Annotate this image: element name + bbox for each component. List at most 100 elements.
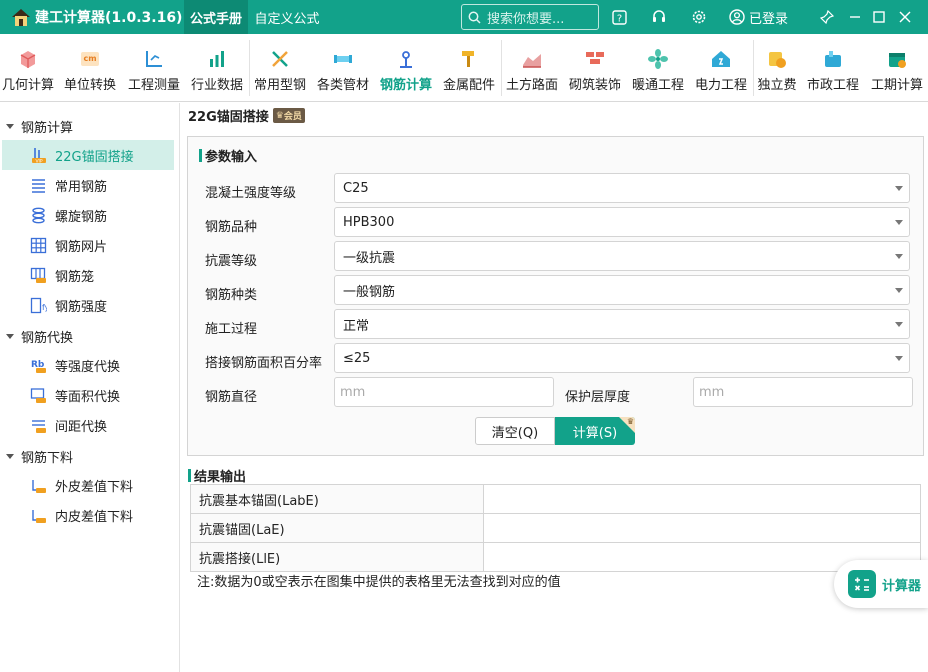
tool-label: 电力工程 — [694, 78, 747, 93]
clear-button[interactable]: 清空(Q) — [475, 417, 555, 445]
param-label: 搭接钢筋面积百分率 — [205, 356, 323, 371]
vip-badge-text: 会员 — [283, 112, 302, 122]
sidebar-item-inner-diff[interactable]: 内皮差值下料 — [2, 500, 174, 530]
tab-custom-formula[interactable]: 自定义公式 — [252, 0, 322, 34]
title-bar: 建工计算器(1.0.3.16) 公式手册 自定义公式 搜索你想要... ? 已登… — [0, 0, 928, 34]
select-value: 一级抗震 — [343, 250, 396, 266]
tool-independent-fee[interactable]: 独立费 — [754, 34, 800, 102]
minimize-icon[interactable] — [846, 0, 864, 34]
brick-icon — [586, 52, 604, 64]
tool-industry-data[interactable]: 行业数据 — [188, 34, 246, 102]
help-icon[interactable]: ? — [610, 0, 628, 34]
tab-formula-manual[interactable]: 公式手册 — [184, 0, 248, 34]
pipe-icon — [334, 55, 352, 63]
login-status[interactable]: 已登录 — [729, 0, 788, 34]
tool-municipal[interactable]: 市政工程 — [803, 34, 863, 102]
app-title: 建工计算器(1.0.3.16) — [10, 0, 182, 34]
table-row: 抗震基本锚固(LabE) — [190, 484, 921, 514]
area-vip-icon — [30, 387, 46, 403]
cover-thickness-input[interactable]: mm — [693, 377, 913, 407]
sidebar-item-label: 常用钢筋 — [55, 179, 108, 195]
sidebar-item-rebar-mesh[interactable]: 钢筋网片 — [2, 230, 174, 260]
tool-label: 独立费 — [757, 78, 797, 93]
select-value: HPB300 — [343, 214, 395, 230]
sidebar-item-label: 螺旋钢筋 — [55, 209, 108, 225]
tool-label: 砌筑装饰 — [568, 78, 621, 93]
headset-icon[interactable] — [650, 0, 668, 34]
param-label: 抗震等级 — [205, 254, 258, 269]
splice-area-ratio-select[interactable]: ≤25 — [334, 343, 910, 373]
sidebar-item-rebar-strength[interactable]: fy 钢筋强度 — [2, 290, 174, 320]
tool-survey[interactable]: 工程测量 — [124, 34, 184, 102]
sidebar-item-22g-anchorage[interactable]: VIP 22G锚固搭接 — [2, 140, 174, 170]
sidebar-item-spiral-rebar[interactable]: 螺旋钢筋 — [2, 200, 174, 230]
search-input[interactable]: 搜索你想要... — [461, 4, 599, 30]
param-label: 钢筋品种 — [205, 220, 258, 235]
concrete-grade-select[interactable]: C25 — [334, 173, 910, 203]
sidebar-group-rebar-cutting[interactable]: 钢筋下料 — [0, 441, 180, 471]
rebar-type-select[interactable]: HPB300 — [334, 207, 910, 237]
sidebar-item-outer-diff[interactable]: 外皮差值下料 — [2, 470, 174, 500]
result-value — [483, 513, 921, 543]
tool-steel-sections[interactable]: 常用型钢 — [250, 34, 310, 102]
sidebar-item-spacing[interactable]: 间距代换 — [2, 410, 174, 440]
app-title-text: 建工计算器(1.0.3.16) — [35, 10, 183, 26]
params-section-title: 参数输入 — [199, 146, 257, 165]
tool-rebar-calc[interactable]: 钢筋计算 — [376, 34, 436, 102]
tool-geometry[interactable]: 几何计算 — [0, 34, 56, 102]
rebar-kind-select[interactable]: 一般钢筋 — [334, 275, 910, 305]
sidebar-item-label: 钢筋笼 — [55, 269, 95, 285]
search-placeholder: 搜索你想要... — [487, 11, 565, 27]
select-value: C25 — [343, 180, 369, 196]
svg-text:VIP: VIP — [35, 158, 42, 164]
params-panel: 参数输入 混凝土强度等级 C25 钢筋品种 HPB300 抗震等级 一级抗震 钢… — [187, 136, 924, 456]
sidebar-item-rebar-cage[interactable]: 钢筋笼 — [2, 260, 174, 290]
vip-crown-icon: ♛ — [275, 110, 284, 121]
tool-label: 几何计算 — [1, 78, 54, 93]
input-placeholder: mm — [340, 384, 366, 400]
tool-pipes[interactable]: 各类管材 — [313, 34, 373, 102]
tool-label: 单位转换 — [63, 78, 116, 93]
road-icon — [523, 54, 541, 68]
calculate-button[interactable]: 计算(S) ♛ — [555, 417, 635, 445]
sidebar-item-label: 间距代换 — [55, 419, 108, 435]
power-house-icon — [712, 51, 730, 67]
dropdown-arrow-icon — [895, 288, 903, 293]
tool-unit-convert[interactable]: cm 单位转换 — [60, 34, 120, 102]
dropdown-arrow-icon — [895, 186, 903, 191]
calculator-float-button[interactable]: 计算器 — [834, 560, 928, 608]
sidebar-item-equal-area[interactable]: 等面积代换 — [2, 380, 174, 410]
page-title-text: 22G锚固搭接 — [188, 110, 269, 125]
tool-metal-fittings[interactable]: 金属配件 — [439, 34, 499, 102]
settings-gear-icon[interactable] — [690, 0, 708, 34]
tool-masonry[interactable]: 砌筑装饰 — [565, 34, 625, 102]
result-label: 抗震搭接(LlE) — [190, 542, 484, 572]
tool-power[interactable]: 电力工程 — [691, 34, 751, 102]
calendar-icon — [889, 53, 906, 68]
sidebar-item-equal-strength[interactable]: Rb 等强度代换 — [2, 350, 174, 380]
svg-text:cm: cm — [83, 54, 96, 63]
tool-earthwork[interactable]: 土方路面 — [502, 34, 562, 102]
close-icon[interactable] — [896, 0, 914, 34]
sidebar-group-label: 钢筋计算 — [21, 120, 74, 136]
strength-fy-icon: fy — [30, 297, 47, 313]
cover-label: 保护层厚度 — [565, 390, 631, 405]
sidebar-item-label: 等强度代换 — [55, 359, 121, 375]
tool-schedule[interactable]: 工期计算 — [866, 34, 928, 102]
pin-icon[interactable] — [818, 0, 836, 34]
sidebar-group-rebar-substitution[interactable]: 钢筋代换 — [0, 321, 180, 351]
construction-process-select[interactable]: 正常 — [334, 309, 910, 339]
sidebar-item-common-rebar[interactable]: 常用钢筋 — [2, 170, 174, 200]
result-table: 抗震基本锚固(LabE) 抗震锚固(LaE) 抗震搭接(LlE) — [190, 484, 921, 572]
diameter-label: 钢筋直径 — [205, 390, 258, 405]
sidebar-group-rebar-calc[interactable]: 钢筋计算 — [0, 111, 180, 141]
seismic-grade-select[interactable]: 一级抗震 — [334, 241, 910, 271]
sidebar-group-label: 钢筋代换 — [21, 330, 74, 346]
tool-hvac[interactable]: 暖通工程 — [628, 34, 688, 102]
param-label: 施工过程 — [205, 322, 258, 337]
maximize-icon[interactable] — [870, 0, 888, 34]
diameter-input[interactable]: mm — [334, 377, 554, 407]
calculate-button-label: 计算(S) — [572, 425, 618, 441]
axis-measure-icon — [146, 51, 162, 67]
category-toolbar: 几何计算 cm 单位转换 工程测量 行业数据 常用型钢 各类管材 钢筋计算 金属配… — [0, 34, 928, 102]
